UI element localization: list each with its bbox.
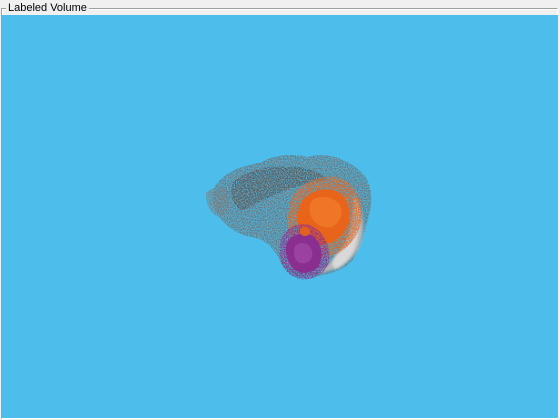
labeled-volume-panel: Labeled Volume <box>0 0 560 420</box>
panel-title: Labeled Volume <box>6 1 89 15</box>
volume-render[interactable] <box>2 15 558 418</box>
volume-viewport[interactable] <box>2 15 558 418</box>
